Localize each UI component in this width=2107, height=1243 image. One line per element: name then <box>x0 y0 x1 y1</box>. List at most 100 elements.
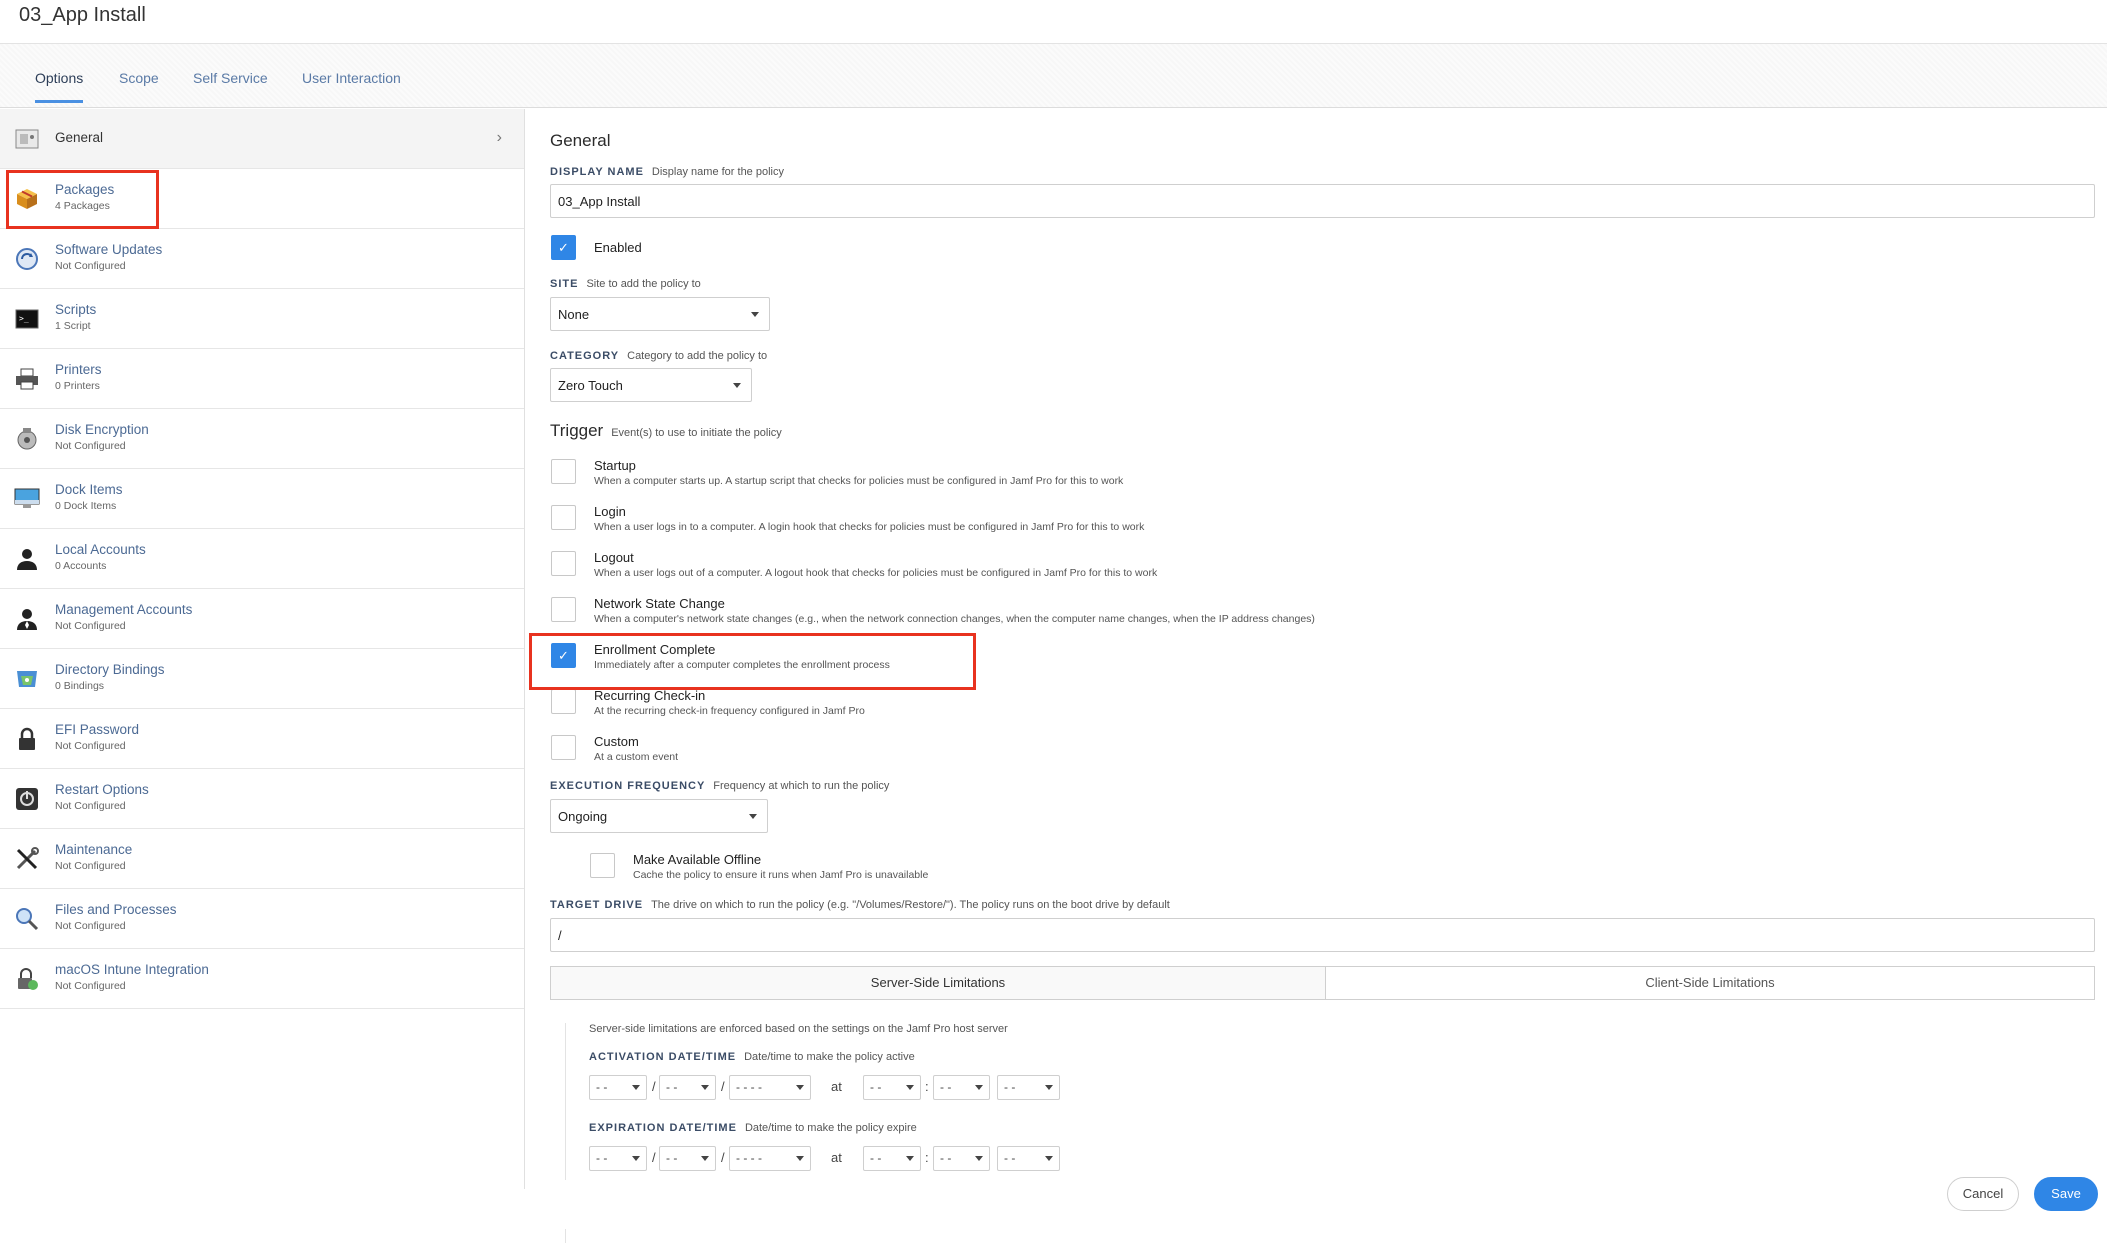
sidebar-item-efi-password[interactable]: EFI Password Not Configured <box>0 709 524 769</box>
sidebar-item-directory-bindings[interactable]: Directory Bindings 0 Bindings <box>0 649 524 709</box>
trigger-enrollment-complete-label: Enrollment Complete <box>594 642 716 657</box>
expiration-year-select[interactable]: - - - - <box>729 1146 811 1171</box>
make-available-offline-checkbox[interactable] <box>590 853 615 878</box>
make-available-offline-label: Make Available Offline <box>633 852 762 867</box>
sidebar-item-restart-options[interactable]: Restart Options Not Configured <box>0 769 524 829</box>
date-separator: / <box>652 1079 656 1094</box>
trigger-login-checkbox[interactable] <box>551 505 576 530</box>
package-icon <box>14 186 40 212</box>
caret-down-icon <box>749 814 757 819</box>
svg-text:>_: >_ <box>19 314 29 323</box>
caret-down-icon <box>751 312 759 317</box>
sidebar-item-status: 0 Bindings <box>55 680 105 692</box>
trigger-custom-label: Custom <box>594 734 639 749</box>
sidebar-item-dock-items[interactable]: Dock Items 0 Dock Items <box>0 469 524 529</box>
caret-down-icon <box>733 383 741 388</box>
activation-year-select[interactable]: - - - - <box>729 1075 811 1100</box>
sidebar-item-label: Printers <box>55 362 102 377</box>
expiration-hour-select[interactable]: - - <box>863 1146 921 1171</box>
category-label: CATEGORY Category to add the policy to <box>550 350 768 362</box>
make-available-offline-desc: Cache the policy to ensure it runs when … <box>633 869 929 881</box>
activation-minute-select[interactable]: - - <box>933 1075 990 1100</box>
trigger-network-state-label: Network State Change <box>594 596 725 611</box>
cancel-button[interactable]: Cancel <box>1947 1177 2019 1211</box>
site-select[interactable]: None <box>550 297 770 331</box>
printer-icon <box>14 366 40 392</box>
activation-hour-select[interactable]: - - <box>863 1075 921 1100</box>
trigger-heading: Trigger Event(s) to use to initiate the p… <box>550 421 782 440</box>
sidebar-item-status: Not Configured <box>55 620 126 632</box>
expiration-ampm-select[interactable]: - - <box>997 1146 1060 1171</box>
display-name-field[interactable]: 03_App Install <box>550 184 2095 218</box>
sidebar-item-management-accounts[interactable]: Management Accounts Not Configured <box>0 589 524 649</box>
sidebar-item-software-updates[interactable]: Software Updates Not Configured <box>0 229 524 289</box>
sidebar-item-maintenance[interactable]: Maintenance Not Configured <box>0 829 524 889</box>
trigger-startup-desc: When a computer starts up. A startup scr… <box>594 475 1124 487</box>
limitations-note: Server-side limitations are enforced bas… <box>589 1023 1008 1035</box>
tab-options[interactable]: Options <box>35 70 84 103</box>
execution-frequency-select[interactable]: Ongoing <box>550 799 768 833</box>
sidebar-item-label: Maintenance <box>55 842 133 857</box>
trigger-logout-checkbox[interactable] <box>551 551 576 576</box>
target-drive-field[interactable]: / <box>550 918 2095 952</box>
chevron-right-icon: › <box>496 129 502 146</box>
sidebar-item-scripts[interactable]: >_ Scripts 1 Script <box>0 289 524 349</box>
at-label: at <box>831 1150 842 1165</box>
date-separator: / <box>721 1079 725 1094</box>
sidebar-item-label: Management Accounts <box>55 602 193 617</box>
activation-month-select[interactable]: - - <box>589 1075 647 1100</box>
trigger-recurring-checkin-desc: At the recurring check-in frequency conf… <box>594 705 865 717</box>
sidebar-item-status: 4 Packages <box>55 200 110 212</box>
sidebar-item-packages[interactable]: Packages 4 Packages <box>0 169 524 229</box>
tab-client-side-limitations[interactable]: Client-Side Limitations <box>1325 966 2095 1000</box>
expiration-minute-select[interactable]: - - <box>933 1146 990 1171</box>
terminal-icon: >_ <box>14 306 40 332</box>
trigger-enrollment-complete-checkbox[interactable]: ✓ <box>551 643 576 668</box>
save-button[interactable]: Save <box>2034 1177 2098 1211</box>
date-separator: / <box>721 1150 725 1165</box>
expiration-datetime-label: EXPIRATION DATE/TIME Date/time to make th… <box>589 1122 917 1134</box>
activation-day-select[interactable]: - - <box>659 1075 716 1100</box>
trigger-startup-checkbox[interactable] <box>551 459 576 484</box>
sidebar-item-disk-encryption[interactable]: Disk Encryption Not Configured <box>0 409 524 469</box>
sidebar-item-label: Packages <box>55 182 115 197</box>
sidebar-item-status: Not Configured <box>55 920 126 932</box>
tab-user-interaction[interactable]: User Interaction <box>302 70 401 86</box>
sidebar-item-files-and-processes[interactable]: Files and Processes Not Configured <box>0 889 524 949</box>
tab-self-service[interactable]: Self Service <box>193 70 268 86</box>
activation-datetime-label: ACTIVATION DATE/TIME Date/time to make th… <box>589 1051 915 1063</box>
site-label: SITE Site to add the policy to <box>550 278 701 290</box>
trigger-enrollment-complete-desc: Immediately after a computer completes t… <box>594 659 890 671</box>
trigger-custom-checkbox[interactable] <box>551 735 576 760</box>
sidebar-item-printers[interactable]: Printers 0 Printers <box>0 349 524 409</box>
sidebar-item-label: macOS Intune Integration <box>55 962 209 977</box>
sidebar-item-label: Local Accounts <box>55 542 146 557</box>
trigger-recurring-checkin-checkbox[interactable] <box>551 689 576 714</box>
intune-icon <box>14 966 40 992</box>
admin-user-icon <box>14 606 40 632</box>
activation-ampm-select[interactable]: - - <box>997 1075 1060 1100</box>
sidebar-item-general[interactable]: General › <box>0 109 524 169</box>
sidebar-item-status: 1 Script <box>55 320 91 332</box>
sidebar-item-status: 0 Printers <box>55 380 100 392</box>
trigger-network-state-checkbox[interactable] <box>551 597 576 622</box>
tab-server-side-limitations[interactable]: Server-Side Limitations <box>550 966 1326 1000</box>
sidebar-item-label: General <box>55 130 104 145</box>
sidebar-item-status: Not Configured <box>55 440 126 452</box>
expiration-day-select[interactable]: - - <box>659 1146 716 1171</box>
sidebar: General › Packages 4 Packages Software U… <box>0 109 525 1189</box>
display-name-label: DISPLAY NAME Display name for the policy <box>550 166 784 178</box>
dock-icon <box>14 486 40 512</box>
tab-scope[interactable]: Scope <box>119 70 159 86</box>
enabled-checkbox[interactable]: ✓ <box>551 235 576 260</box>
sidebar-item-macos-intune-integration[interactable]: macOS Intune Integration Not Configured <box>0 949 524 1009</box>
trigger-logout-label: Logout <box>594 550 634 565</box>
sidebar-item-label: Restart Options <box>55 782 149 797</box>
category-select[interactable]: Zero Touch <box>550 368 752 402</box>
disk-encryption-icon <box>14 426 40 452</box>
title-bar: 03_App Install <box>0 0 2107 44</box>
expiration-month-select[interactable]: - - <box>589 1146 647 1171</box>
sidebar-item-local-accounts[interactable]: Local Accounts 0 Accounts <box>0 529 524 589</box>
restart-icon <box>14 786 40 812</box>
trigger-startup-label: Startup <box>594 458 636 473</box>
